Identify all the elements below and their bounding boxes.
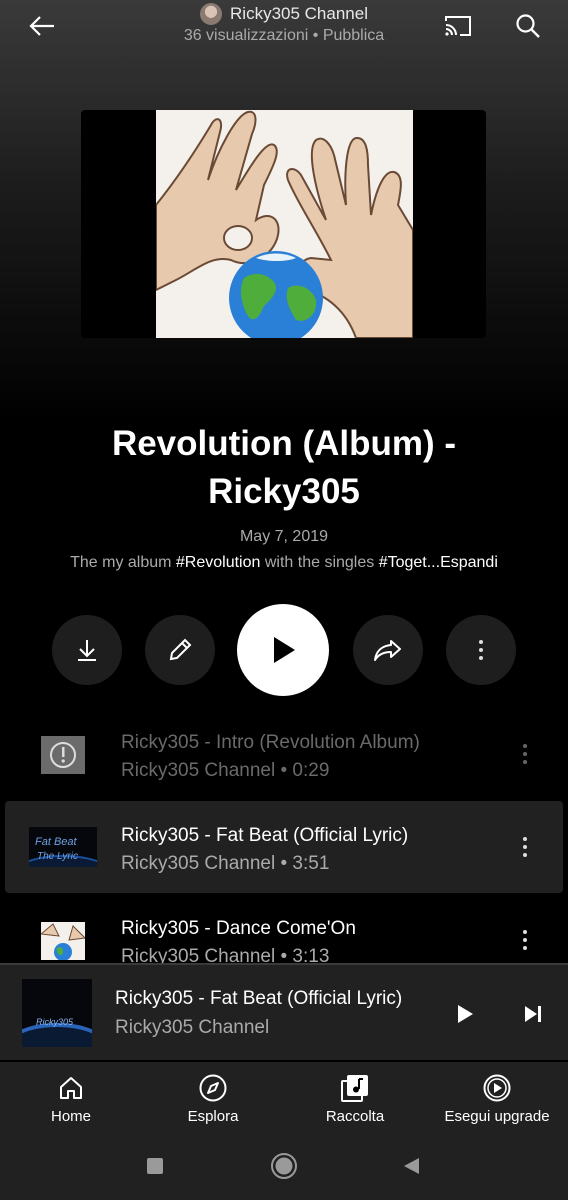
channel-info[interactable]: Ricky305 Channel [0,3,568,25]
compass-icon [199,1074,227,1102]
download-icon [78,640,96,661]
system-back-button[interactable] [393,1148,429,1184]
top-bar: Ricky305 Channel 36 visualizzazioni • Pu… [0,0,568,56]
next-icon [525,1006,541,1022]
album-title-line2: Ricky305 [208,472,360,511]
track-more-button[interactable] [510,738,540,770]
desc-text-middle: with the singles [260,554,379,571]
cast-icon [445,16,471,36]
mini-player-thumbnail: Ricky305 [22,979,92,1047]
track-title: Ricky305 - Intro (Revolution Album) [121,732,420,753]
svg-text:Fat Beat: Fat Beat [35,836,78,848]
nav-explore[interactable]: Esplora [142,1070,284,1125]
track-more-button[interactable] [510,831,540,863]
cast-button[interactable] [438,8,478,44]
circle-icon [271,1153,297,1179]
album-title-line1: Revolution (Album) - [111,424,457,463]
mini-play-button[interactable] [448,997,482,1031]
track-more-button[interactable] [510,924,540,956]
download-button[interactable] [52,615,122,685]
nav-explore-label: Esplora [187,1108,239,1125]
album-description[interactable]: The my album #Revolution with the single… [0,554,568,572]
mini-thumb-text: Ricky305 [36,1017,74,1027]
track-title: Ricky305 - Fat Beat (Official Lyric) [121,825,409,846]
more-vert-icon [479,640,483,660]
track-title: Ricky305 - Dance Come'On [121,918,356,939]
share-icon [374,640,401,661]
channel-avatar[interactable] [200,3,223,25]
playlist-meta: 36 visualizzazioni • Pubblica [183,27,385,44]
more-vert-icon [523,744,527,764]
svg-text:The Lyric: The Lyric [37,851,78,862]
hashtag-expand[interactable]: #Toget...Espandi [379,554,498,571]
mini-player[interactable]: Ricky305 Ricky305 - Fat Beat (Official L… [0,963,568,1060]
system-home-button[interactable] [266,1148,302,1184]
edit-button[interactable] [145,615,215,685]
track-thumbnail [41,922,85,960]
album-date: May 7, 2019 [239,528,329,545]
album-artwork [81,110,486,338]
mini-player-title: Ricky305 - Fat Beat (Official Lyric) [115,988,403,1009]
track-subtitle: Ricky305 Channel • 3:51 [121,853,330,874]
playback-progress [0,963,568,965]
nav-upgrade-label: Esegui upgrade [444,1108,550,1125]
more-options-button[interactable] [446,615,516,685]
track-thumbnail [41,736,85,774]
search-button[interactable] [508,8,548,44]
upgrade-play-icon [483,1074,511,1102]
artwork-image [156,110,413,338]
track-item[interactable]: Ricky305 - Intro (Revolution Album) Rick… [5,708,563,800]
square-icon [147,1158,163,1174]
nav-library-label: Raccolta [325,1108,385,1125]
nav-upgrade[interactable]: Esegui upgrade [426,1070,568,1125]
play-all-button[interactable] [237,604,329,696]
system-recents-button[interactable] [137,1148,173,1184]
desc-text: The my album [70,554,176,571]
search-icon [516,14,540,38]
edit-pencil-icon [169,638,192,661]
track-thumbnail: Fat Beat The Lyric [29,827,97,867]
next-track-button[interactable] [516,997,550,1031]
track-item-playing[interactable]: Fat Beat The Lyric Ricky305 - Fat Beat (O… [5,801,563,893]
mini-player-subtitle: Ricky305 Channel [115,1017,270,1038]
more-vert-icon [523,837,527,857]
more-vert-icon [523,930,527,950]
album-title: Revolution (Album) - Ricky305 [40,420,528,516]
play-icon [274,637,295,663]
share-button[interactable] [353,615,423,685]
nav-home-label: Home [50,1108,91,1125]
play-icon [458,1005,473,1023]
triangle-back-icon [404,1158,419,1174]
nav-home[interactable]: Home [0,1070,142,1125]
hashtag-revolution[interactable]: #Revolution [176,554,261,571]
library-icon [341,1075,368,1102]
home-icon [60,1077,82,1099]
channel-name[interactable]: Ricky305 Channel [230,4,368,24]
nav-library[interactable]: Raccolta [284,1070,426,1125]
track-subtitle: Ricky305 Channel • 0:29 [121,760,330,781]
